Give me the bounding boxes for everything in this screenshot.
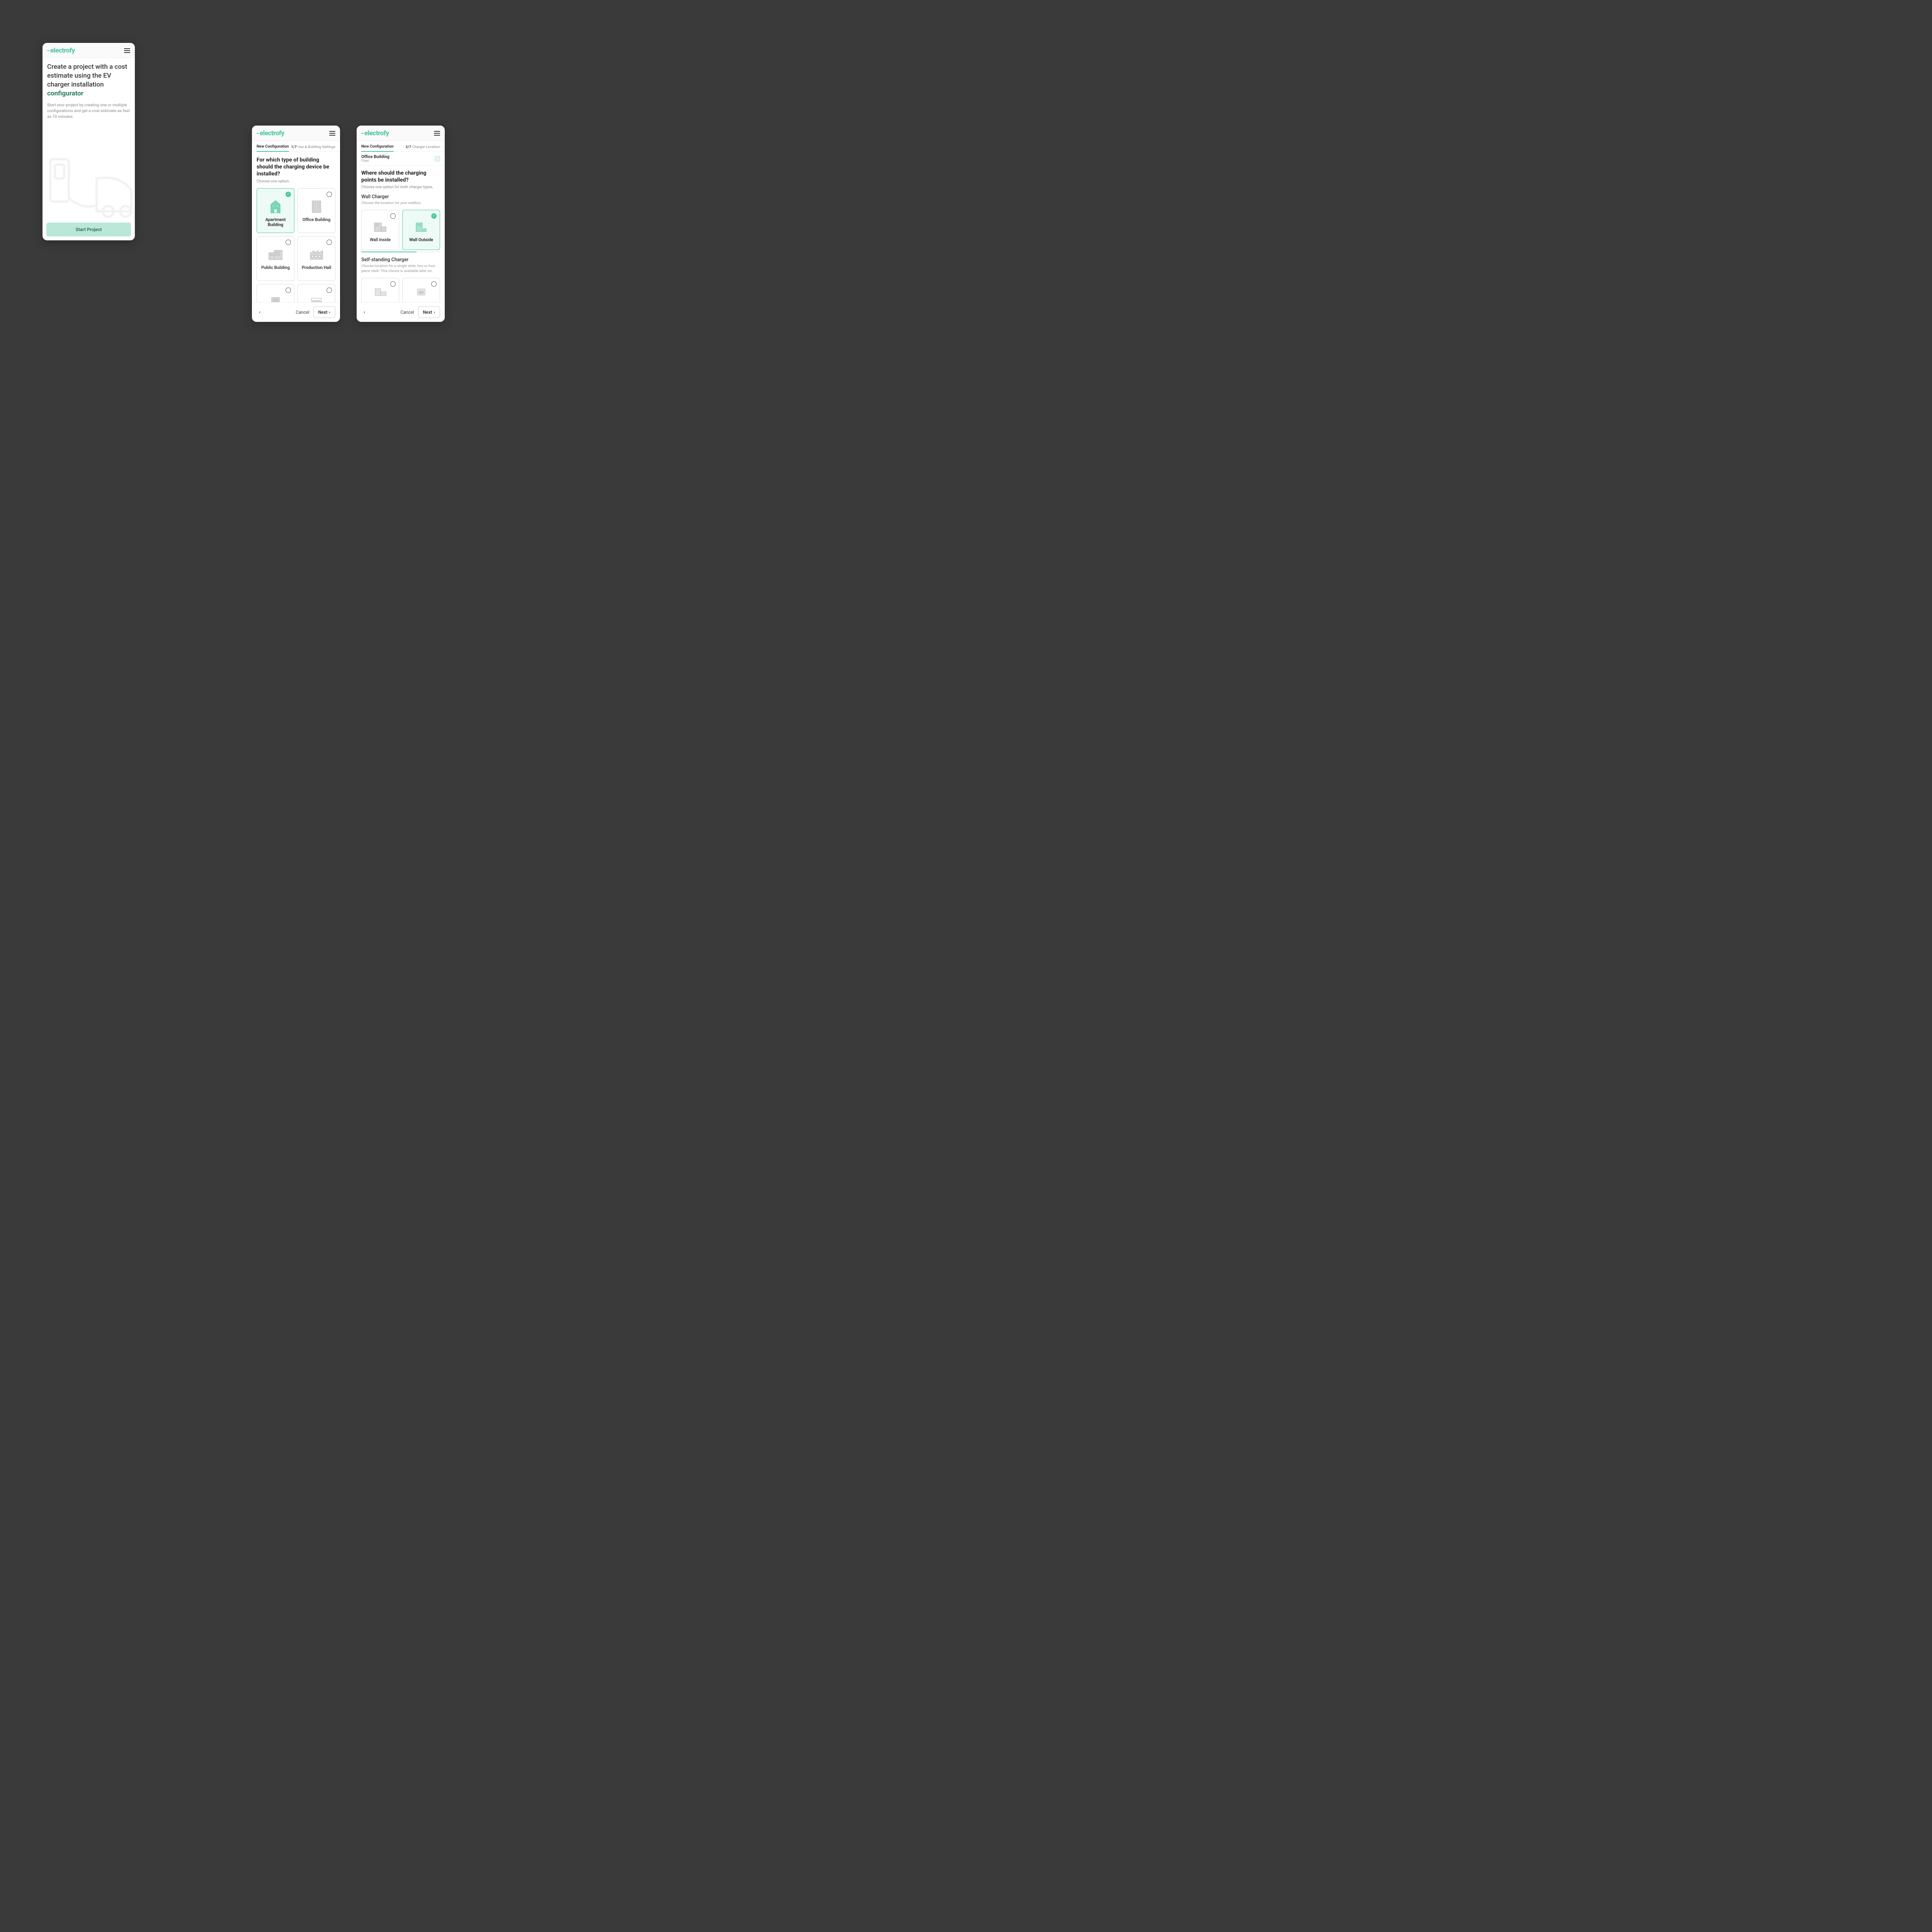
option-hotel[interactable]: Hotel	[257, 284, 294, 302]
radio-icon	[286, 192, 291, 197]
wall-options-row[interactable]: Wall Inside Wall Outside	[361, 210, 440, 250]
option-office-building[interactable]: Office Building	[298, 188, 335, 233]
question-text: For which type of building should the ch…	[257, 156, 335, 178]
chevron-right-icon: ›	[434, 310, 435, 315]
next-button[interactable]: Next ›	[313, 306, 336, 318]
option-stand-2[interactable]	[402, 278, 440, 302]
hotel-icon	[259, 295, 292, 302]
cancel-button[interactable]: Cancel	[400, 310, 414, 315]
step-footer: ‹ Cancel Next ›	[252, 302, 340, 322]
radio-icon	[286, 287, 291, 293]
radio-icon	[327, 287, 332, 293]
option-label: Wall Inside	[364, 237, 396, 242]
intro-subtitle: Start your project by creating one or mu…	[47, 102, 130, 120]
brand-logo: electrofy	[257, 129, 284, 137]
option-stand-1[interactable]	[361, 278, 399, 302]
next-label: Next	[423, 310, 432, 315]
brand-logo: electrofy	[47, 47, 75, 54]
intro-title-pre: Create a project with a cost estimate us…	[47, 63, 127, 88]
production-hall-icon	[300, 247, 333, 262]
next-button[interactable]: Next ›	[418, 306, 440, 318]
option-label: Public Building	[259, 265, 292, 270]
next-label: Next	[318, 310, 328, 315]
stand-icon	[405, 286, 437, 298]
app-header: electrofy	[357, 126, 445, 141]
location-content: Where should the charging points be inst…	[357, 166, 445, 302]
step-name: Charger Location	[412, 145, 440, 149]
option-label: Office Building	[300, 217, 333, 222]
context-building-icon	[435, 156, 440, 162]
question-text: Where should the charging points be inst…	[361, 170, 440, 184]
wall-section-hint: Choose the location for your wallbox.	[361, 201, 440, 206]
step-footer: ‹ Cancel Next ›	[357, 302, 445, 322]
option-apartment-building[interactable]: Apartment Building	[257, 188, 294, 233]
chevron-right-icon: ›	[329, 310, 330, 315]
step-indicator: 2/7 Charger Location	[406, 145, 440, 149]
radio-icon	[431, 213, 437, 219]
menu-icon[interactable]	[434, 131, 440, 136]
app-header: electrofy	[252, 126, 340, 141]
intro-title-emph: configurator	[47, 90, 83, 97]
radio-icon	[327, 192, 332, 197]
wall-inside-icon	[364, 219, 396, 234]
option-label: Wall Outside	[405, 237, 437, 242]
intro-title: Create a project with a cost estimate us…	[47, 63, 130, 98]
radio-icon	[390, 281, 396, 287]
building-options-grid: Apartment Building Office Building Publi…	[257, 188, 335, 302]
stand-section-title: Self-standing Charger	[361, 257, 440, 263]
wall-outside-icon	[405, 219, 437, 234]
question-hint: Choose one option.	[257, 179, 335, 184]
step-name: Use & Building Settings	[298, 145, 335, 149]
breadcrumb: New Configuration	[257, 145, 289, 152]
step-header: New Configuration 1/7 Use & Building Set…	[252, 141, 340, 152]
apartment-icon	[259, 199, 292, 214]
screen-charger-location: electrofy New Configuration 2/7 Charger …	[357, 126, 445, 322]
brand-logo: electrofy	[361, 129, 389, 137]
radio-icon	[390, 213, 396, 219]
question-hint: Choose one option for both charger types…	[361, 185, 440, 189]
building-content: For which type of building should the ch…	[252, 152, 340, 302]
step-indicator: 1/7 Use & Building Settings	[291, 145, 335, 149]
context-row: Office Building Fleet	[357, 152, 445, 166]
cancel-button[interactable]: Cancel	[296, 310, 309, 315]
car-charger-illustration	[43, 148, 135, 225]
back-button[interactable]: ‹	[257, 308, 263, 317]
context-title: Office Building	[361, 154, 389, 159]
office-icon	[300, 199, 333, 214]
breadcrumb: New Configuration	[361, 145, 394, 152]
stand-options-row[interactable]	[361, 278, 440, 302]
radio-icon	[286, 240, 291, 245]
app-header: electrofy	[43, 43, 135, 58]
start-project-button[interactable]: Start Project	[46, 223, 131, 236]
screen-intro: electrofy Create a project with a cost e…	[43, 43, 135, 240]
option-independent[interactable]: Independent	[298, 284, 335, 302]
intro-content: Create a project with a cost estimate us…	[43, 58, 135, 240]
step-number: 2/7	[406, 145, 411, 149]
menu-icon[interactable]	[329, 131, 335, 136]
context-subtitle: Fleet	[361, 159, 389, 163]
option-label: Apartment Building	[259, 217, 292, 227]
option-public-building[interactable]: Public Building	[257, 236, 294, 281]
radio-icon	[327, 240, 332, 245]
independent-icon	[300, 295, 333, 302]
public-building-icon	[259, 247, 292, 262]
step-header: New Configuration 2/7 Charger Location	[357, 141, 445, 152]
screen-building-type: electrofy New Configuration 1/7 Use & Bu…	[252, 126, 340, 322]
option-wall-inside[interactable]: Wall Inside	[361, 210, 399, 250]
option-wall-outside[interactable]: Wall Outside	[402, 210, 440, 250]
option-production-hall[interactable]: Production Hall	[298, 236, 335, 281]
wall-section-title: Wall Charger	[361, 194, 440, 200]
option-label: Production Hall	[300, 265, 333, 270]
stand-icon	[364, 286, 396, 298]
step-number: 1/7	[291, 145, 296, 149]
radio-icon	[431, 281, 437, 287]
stand-section-hint: Choose location for a single stele, two …	[361, 264, 440, 274]
back-button[interactable]: ‹	[361, 308, 367, 317]
menu-icon[interactable]	[124, 48, 130, 53]
